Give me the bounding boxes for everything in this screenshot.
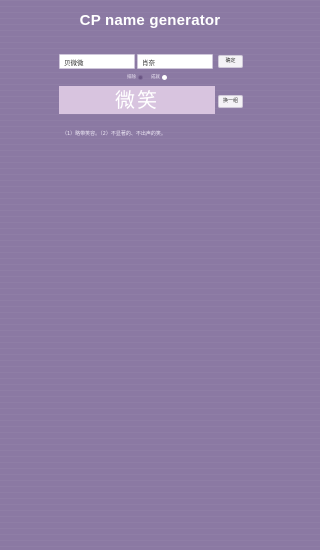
- mode-option-achieve[interactable]: 成就: [151, 73, 167, 81]
- radio-unselected-icon[interactable]: [138, 74, 143, 80]
- confirm-button[interactable]: 确定: [218, 55, 243, 68]
- mode-radio-group: 排除 成就: [0, 73, 300, 81]
- another-set-button[interactable]: 换一组: [218, 95, 243, 108]
- name-input-first[interactable]: [59, 54, 135, 69]
- mode-option-label: 成就: [151, 75, 160, 80]
- radio-selected-icon[interactable]: [162, 74, 167, 80]
- mode-option-label: 排除: [127, 75, 136, 80]
- result-meaning: （1）略带笑容。（2）不显著的、不出声的笑。: [62, 131, 166, 137]
- page-title: CP name generator: [79, 12, 221, 29]
- mode-option-exclude[interactable]: 排除: [127, 73, 143, 81]
- result-display: 微笑: [59, 86, 215, 114]
- name-input-second[interactable]: [137, 54, 213, 69]
